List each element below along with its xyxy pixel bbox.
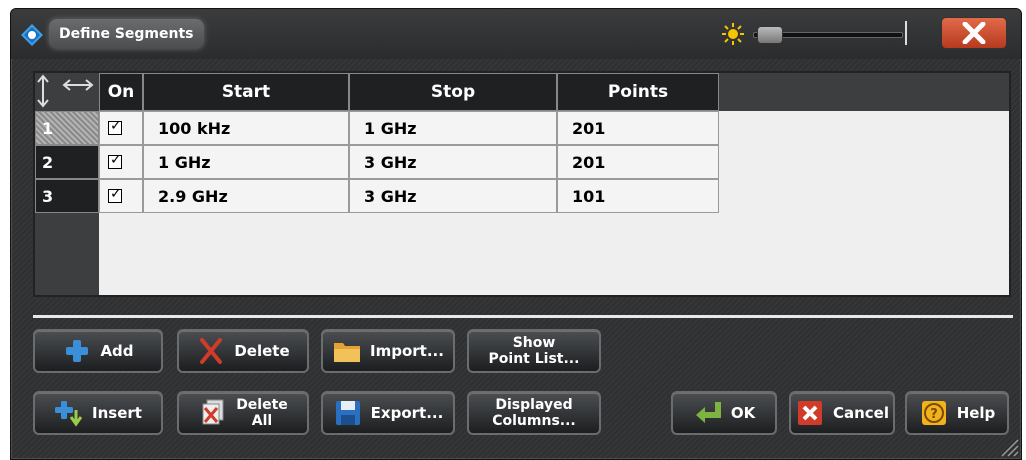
delete-x-icon xyxy=(200,338,223,364)
on-cell[interactable] xyxy=(99,145,143,179)
checkbox[interactable] xyxy=(108,118,122,135)
ok-button[interactable]: OK xyxy=(671,391,777,435)
ok-arrow-icon xyxy=(695,402,721,423)
points-cell[interactable]: 201 xyxy=(557,111,719,145)
checkbox[interactable] xyxy=(108,152,122,169)
define-segments-dialog: Define Segments On Start Stop Points 1 ✓… xyxy=(10,8,1022,460)
import-button-label: Import... xyxy=(370,342,444,360)
show-point-list-label: Show Point List... xyxy=(489,335,580,367)
start-cell[interactable]: 2.9 GHz xyxy=(143,179,349,213)
window-title: Define Segments xyxy=(59,26,194,42)
plus-icon xyxy=(66,340,89,362)
row-header[interactable]: 3 xyxy=(35,179,99,213)
start-cell[interactable]: 1 GHz xyxy=(143,145,349,179)
svg-text:?: ? xyxy=(930,407,938,422)
displayed-columns-button[interactable]: Displayed Columns... xyxy=(467,391,601,435)
points-cell[interactable]: 201 xyxy=(557,145,719,179)
close-x-icon xyxy=(962,22,986,44)
displayed-columns-line-2: Columns... xyxy=(492,413,576,429)
column-header-on[interactable]: On xyxy=(99,73,143,111)
separator xyxy=(905,21,907,45)
delete-all-line-2: All xyxy=(251,413,273,429)
title-bar[interactable]: Define Segments xyxy=(11,9,1021,59)
delete-button[interactable]: Delete xyxy=(177,329,309,373)
cancel-button-label: Cancel xyxy=(832,404,889,422)
delete-all-line-1: Delete xyxy=(236,397,288,413)
delete-all-button[interactable]: Delete All xyxy=(177,391,309,435)
row-header[interactable]: 2 xyxy=(35,145,99,179)
insert-button-label: Insert xyxy=(92,404,142,422)
column-header-stop[interactable]: Stop xyxy=(349,73,557,111)
delete-all-label: Delete All xyxy=(236,397,288,429)
sun-icon xyxy=(722,23,744,45)
show-point-list-line-2: Point List... xyxy=(488,351,580,367)
stop-cell[interactable]: 3 GHz xyxy=(349,179,557,213)
cancel-button[interactable]: Cancel xyxy=(789,391,895,435)
add-button[interactable]: Add xyxy=(33,329,163,373)
title-pill: Define Segments xyxy=(49,19,204,49)
show-point-list-line-1: Show xyxy=(512,335,556,351)
brightness-slider[interactable] xyxy=(753,26,903,44)
help-button[interactable]: ? Help xyxy=(905,391,1009,435)
column-header-points[interactable]: Points xyxy=(557,73,719,111)
column-header-start[interactable]: Start xyxy=(143,73,349,111)
stop-cell[interactable]: 1 GHz xyxy=(349,111,557,145)
checkbox[interactable] xyxy=(108,186,122,203)
resize-grip-icon[interactable] xyxy=(997,435,1019,457)
resize-arrows-icon xyxy=(37,74,94,108)
displayed-columns-line-1: Displayed xyxy=(495,397,573,413)
row-header[interactable]: 1 xyxy=(35,111,99,145)
cancel-icon xyxy=(797,401,822,425)
on-cell[interactable] xyxy=(99,179,143,213)
folder-icon xyxy=(334,343,361,362)
table-corner[interactable] xyxy=(35,73,99,111)
delete-button-label: Delete xyxy=(234,342,290,360)
start-cell[interactable]: 100 kHz xyxy=(143,111,349,145)
divider xyxy=(33,315,1013,318)
insert-plus-arrow-icon xyxy=(55,401,83,427)
slider-thumb[interactable] xyxy=(757,26,783,44)
delete-all-icon xyxy=(202,399,224,425)
help-button-label: Help xyxy=(956,404,996,422)
segments-table[interactable]: On Start Stop Points 1 100 kHz 1 GHz 201… xyxy=(33,71,1011,297)
export-button-label: Export... xyxy=(370,404,444,422)
ok-button-label: OK xyxy=(730,404,756,422)
show-point-list-button[interactable]: Show Point List... xyxy=(467,329,601,373)
floppy-disk-icon xyxy=(335,401,360,425)
help-icon: ? xyxy=(921,401,946,425)
add-button-label: Add xyxy=(100,342,134,360)
on-cell[interactable] xyxy=(99,111,143,145)
rohde-schwarz-logo-icon xyxy=(21,24,43,46)
export-button[interactable]: Export... xyxy=(321,391,455,435)
displayed-columns-label: Displayed Columns... xyxy=(492,397,576,429)
insert-button[interactable]: Insert xyxy=(33,391,163,435)
points-cell[interactable]: 101 xyxy=(557,179,719,213)
import-button[interactable]: Import... xyxy=(321,329,455,373)
close-button[interactable] xyxy=(941,17,1007,49)
stop-cell[interactable]: 3 GHz xyxy=(349,145,557,179)
